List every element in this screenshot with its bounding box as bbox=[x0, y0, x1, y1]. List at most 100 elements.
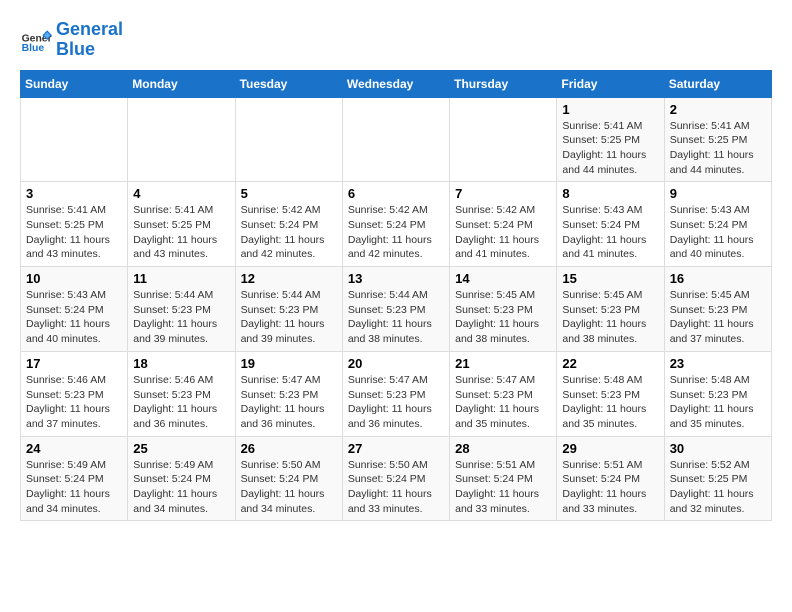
calendar-cell: 29 Sunrise: 5:51 AM Sunset: 5:24 PM Dayli… bbox=[557, 436, 664, 521]
day-info: Sunrise: 5:41 AM Sunset: 5:25 PM Dayligh… bbox=[133, 203, 229, 262]
svg-text:Blue: Blue bbox=[22, 43, 45, 54]
day-info: Sunrise: 5:47 AM Sunset: 5:23 PM Dayligh… bbox=[241, 373, 337, 432]
calendar-cell: 12 Sunrise: 5:44 AM Sunset: 5:23 PM Dayli… bbox=[235, 267, 342, 352]
day-info: Sunrise: 5:48 AM Sunset: 5:23 PM Dayligh… bbox=[562, 373, 658, 432]
calendar-cell: 5 Sunrise: 5:42 AM Sunset: 5:24 PM Daylig… bbox=[235, 182, 342, 267]
day-info: Sunrise: 5:49 AM Sunset: 5:24 PM Dayligh… bbox=[133, 458, 229, 517]
calendar-week-2: 10 Sunrise: 5:43 AM Sunset: 5:24 PM Dayli… bbox=[21, 267, 772, 352]
calendar-cell: 10 Sunrise: 5:43 AM Sunset: 5:24 PM Dayli… bbox=[21, 267, 128, 352]
day-info: Sunrise: 5:45 AM Sunset: 5:23 PM Dayligh… bbox=[562, 288, 658, 347]
day-info: Sunrise: 5:50 AM Sunset: 5:24 PM Dayligh… bbox=[241, 458, 337, 517]
day-info: Sunrise: 5:46 AM Sunset: 5:23 PM Dayligh… bbox=[26, 373, 122, 432]
calendar-cell: 17 Sunrise: 5:46 AM Sunset: 5:23 PM Dayli… bbox=[21, 351, 128, 436]
calendar-cell: 11 Sunrise: 5:44 AM Sunset: 5:23 PM Dayli… bbox=[128, 267, 235, 352]
day-number: 2 bbox=[670, 102, 766, 117]
day-number: 16 bbox=[670, 271, 766, 286]
day-info: Sunrise: 5:42 AM Sunset: 5:24 PM Dayligh… bbox=[241, 203, 337, 262]
day-info: Sunrise: 5:51 AM Sunset: 5:24 PM Dayligh… bbox=[455, 458, 551, 517]
day-info: Sunrise: 5:41 AM Sunset: 5:25 PM Dayligh… bbox=[670, 119, 766, 178]
day-info: Sunrise: 5:42 AM Sunset: 5:24 PM Dayligh… bbox=[348, 203, 444, 262]
page-header: General Blue General Blue bbox=[20, 20, 772, 60]
day-info: Sunrise: 5:44 AM Sunset: 5:23 PM Dayligh… bbox=[241, 288, 337, 347]
day-number: 7 bbox=[455, 186, 551, 201]
day-info: Sunrise: 5:52 AM Sunset: 5:25 PM Dayligh… bbox=[670, 458, 766, 517]
day-number: 12 bbox=[241, 271, 337, 286]
calendar-cell: 16 Sunrise: 5:45 AM Sunset: 5:23 PM Dayli… bbox=[664, 267, 771, 352]
calendar-week-3: 17 Sunrise: 5:46 AM Sunset: 5:23 PM Dayli… bbox=[21, 351, 772, 436]
calendar-cell: 27 Sunrise: 5:50 AM Sunset: 5:24 PM Dayli… bbox=[342, 436, 449, 521]
header-tuesday: Tuesday bbox=[235, 70, 342, 97]
header-friday: Friday bbox=[557, 70, 664, 97]
day-number: 8 bbox=[562, 186, 658, 201]
calendar-cell: 25Sunrise: 5:49 AM Sunset: 5:24 PM Dayli… bbox=[128, 436, 235, 521]
calendar-cell: 20Sunrise: 5:47 AM Sunset: 5:23 PM Dayli… bbox=[342, 351, 449, 436]
logo-text-line1: General bbox=[56, 20, 123, 40]
day-number: 6 bbox=[348, 186, 444, 201]
day-number: 13 bbox=[348, 271, 444, 286]
day-number: 3 bbox=[26, 186, 122, 201]
calendar-cell: 1 Sunrise: 5:41 AM Sunset: 5:25 PM Daylig… bbox=[557, 97, 664, 182]
calendar-cell: 14Sunrise: 5:45 AM Sunset: 5:23 PM Dayli… bbox=[450, 267, 557, 352]
logo: General Blue General Blue bbox=[20, 20, 123, 60]
header-wednesday: Wednesday bbox=[342, 70, 449, 97]
day-info: Sunrise: 5:41 AM Sunset: 5:25 PM Dayligh… bbox=[562, 119, 658, 178]
day-number: 11 bbox=[133, 271, 229, 286]
calendar-cell: 15Sunrise: 5:45 AM Sunset: 5:23 PM Dayli… bbox=[557, 267, 664, 352]
day-info: Sunrise: 5:43 AM Sunset: 5:24 PM Dayligh… bbox=[26, 288, 122, 347]
day-number: 5 bbox=[241, 186, 337, 201]
calendar-cell: 26 Sunrise: 5:50 AM Sunset: 5:24 PM Dayli… bbox=[235, 436, 342, 521]
day-number: 19 bbox=[241, 356, 337, 371]
day-info: Sunrise: 5:41 AM Sunset: 5:25 PM Dayligh… bbox=[26, 203, 122, 262]
day-info: Sunrise: 5:45 AM Sunset: 5:23 PM Dayligh… bbox=[670, 288, 766, 347]
calendar-cell: 4 Sunrise: 5:41 AM Sunset: 5:25 PM Daylig… bbox=[128, 182, 235, 267]
day-number: 22 bbox=[562, 356, 658, 371]
calendar-cell: 13 Sunrise: 5:44 AM Sunset: 5:23 PM Dayli… bbox=[342, 267, 449, 352]
day-number: 21 bbox=[455, 356, 551, 371]
day-number: 18 bbox=[133, 356, 229, 371]
day-number: 20 bbox=[348, 356, 444, 371]
calendar-header-row: SundayMondayTuesdayWednesdayThursdayFrid… bbox=[21, 70, 772, 97]
day-info: Sunrise: 5:49 AM Sunset: 5:24 PM Dayligh… bbox=[26, 458, 122, 517]
day-info: Sunrise: 5:50 AM Sunset: 5:24 PM Dayligh… bbox=[348, 458, 444, 517]
day-number: 30 bbox=[670, 441, 766, 456]
calendar-cell: 28 Sunrise: 5:51 AM Sunset: 5:24 PM Dayli… bbox=[450, 436, 557, 521]
calendar-cell: 24 Sunrise: 5:49 AM Sunset: 5:24 PM Dayli… bbox=[21, 436, 128, 521]
day-info: Sunrise: 5:45 AM Sunset: 5:23 PM Dayligh… bbox=[455, 288, 551, 347]
calendar-cell: 2 Sunrise: 5:41 AM Sunset: 5:25 PM Daylig… bbox=[664, 97, 771, 182]
day-info: Sunrise: 5:43 AM Sunset: 5:24 PM Dayligh… bbox=[670, 203, 766, 262]
day-number: 10 bbox=[26, 271, 122, 286]
header-monday: Monday bbox=[128, 70, 235, 97]
day-info: Sunrise: 5:51 AM Sunset: 5:24 PM Dayligh… bbox=[562, 458, 658, 517]
day-number: 4 bbox=[133, 186, 229, 201]
day-number: 26 bbox=[241, 441, 337, 456]
calendar-cell: 23Sunrise: 5:48 AM Sunset: 5:23 PM Dayli… bbox=[664, 351, 771, 436]
logo-text-line2: Blue bbox=[56, 40, 123, 60]
day-info: Sunrise: 5:46 AM Sunset: 5:23 PM Dayligh… bbox=[133, 373, 229, 432]
calendar-table: SundayMondayTuesdayWednesdayThursdayFrid… bbox=[20, 70, 772, 522]
day-number: 23 bbox=[670, 356, 766, 371]
day-info: Sunrise: 5:44 AM Sunset: 5:23 PM Dayligh… bbox=[133, 288, 229, 347]
day-number: 1 bbox=[562, 102, 658, 117]
calendar-cell bbox=[128, 97, 235, 182]
calendar-cell bbox=[21, 97, 128, 182]
calendar-cell: 6 Sunrise: 5:42 AM Sunset: 5:24 PM Daylig… bbox=[342, 182, 449, 267]
day-number: 27 bbox=[348, 441, 444, 456]
day-info: Sunrise: 5:43 AM Sunset: 5:24 PM Dayligh… bbox=[562, 203, 658, 262]
header-thursday: Thursday bbox=[450, 70, 557, 97]
day-number: 28 bbox=[455, 441, 551, 456]
day-info: Sunrise: 5:42 AM Sunset: 5:24 PM Dayligh… bbox=[455, 203, 551, 262]
header-saturday: Saturday bbox=[664, 70, 771, 97]
calendar-week-4: 24 Sunrise: 5:49 AM Sunset: 5:24 PM Dayli… bbox=[21, 436, 772, 521]
calendar-cell bbox=[342, 97, 449, 182]
day-number: 17 bbox=[26, 356, 122, 371]
day-number: 9 bbox=[670, 186, 766, 201]
calendar-cell bbox=[235, 97, 342, 182]
calendar-week-0: 1 Sunrise: 5:41 AM Sunset: 5:25 PM Daylig… bbox=[21, 97, 772, 182]
calendar-cell bbox=[450, 97, 557, 182]
calendar-cell: 18 Sunrise: 5:46 AM Sunset: 5:23 PM Dayli… bbox=[128, 351, 235, 436]
calendar-cell: 3 Sunrise: 5:41 AM Sunset: 5:25 PM Daylig… bbox=[21, 182, 128, 267]
logo-icon: General Blue bbox=[20, 24, 52, 56]
day-number: 24 bbox=[26, 441, 122, 456]
day-info: Sunrise: 5:44 AM Sunset: 5:23 PM Dayligh… bbox=[348, 288, 444, 347]
day-number: 29 bbox=[562, 441, 658, 456]
